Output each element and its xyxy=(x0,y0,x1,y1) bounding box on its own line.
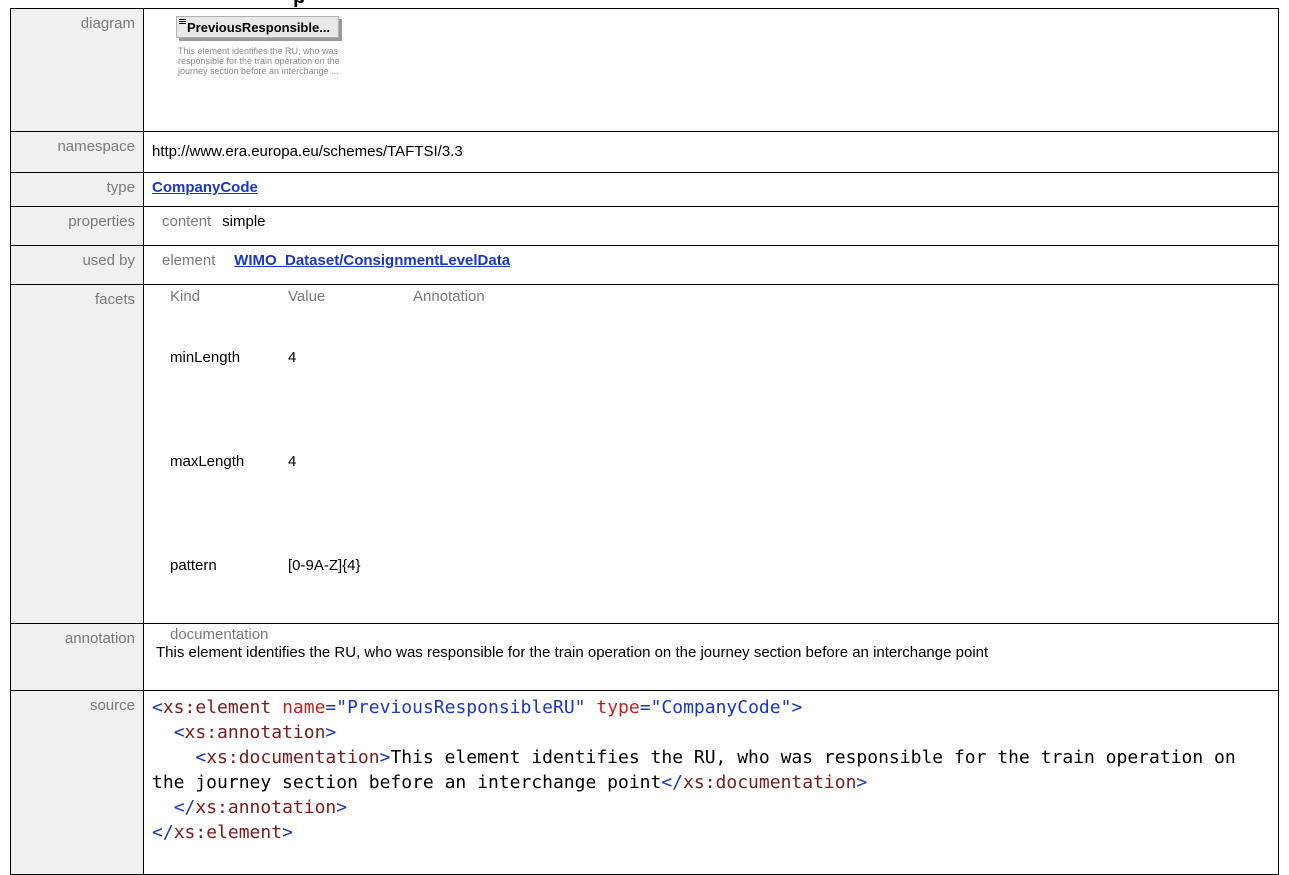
facet-annotation xyxy=(413,513,485,617)
facets-row: facets Kind Value Annotation minLength 4… xyxy=(10,284,1279,624)
properties-row: properties content simple xyxy=(10,206,1279,246)
properties-key: content xyxy=(162,213,212,230)
facet-annotation xyxy=(413,409,485,513)
diagram-description: This element identifies the RU, who was … xyxy=(178,46,340,76)
source-label: source xyxy=(10,690,144,875)
diagram-row: diagram PreviousResponsible... This elem… xyxy=(10,8,1279,132)
facet-value: 4 xyxy=(288,452,297,470)
element-documentation-table: diagram PreviousResponsible... This elem… xyxy=(10,8,1279,875)
facet-kind: minLength xyxy=(170,348,241,366)
diagram-cell: PreviousResponsible... This element iden… xyxy=(143,8,1279,132)
used-by-link[interactable]: WIMO_Dataset/ConsignmentLevelData xyxy=(234,252,510,269)
type-cell: CompanyCode xyxy=(143,172,1279,207)
properties-value: simple xyxy=(222,213,266,230)
source-attr-value: "CompanyCode" xyxy=(650,697,792,718)
facets-cell: Kind Value Annotation minLength 4 maxLen… xyxy=(143,284,1279,624)
annotation-cell: documentation This element identifies th… xyxy=(143,623,1279,691)
facets-table: Kind Value Annotation minLength 4 maxLen… xyxy=(170,287,485,617)
facet-annotation xyxy=(413,305,485,409)
facets-header-annotation: Annotation xyxy=(413,287,485,305)
namespace-value: http://www.era.europa.eu/schemes/TAFTSI/… xyxy=(143,131,1279,173)
source-annotation-close-tag: xs:annotation xyxy=(195,797,337,818)
annotation-text: This element identifies the RU, who was … xyxy=(156,644,989,661)
annotation-label: annotation xyxy=(10,623,144,691)
used-by-cell: element WIMO_Dataset/ConsignmentLevelDat… xyxy=(143,245,1279,285)
source-cell: <xs:element name="PreviousResponsibleRU"… xyxy=(143,690,1279,875)
facet-row: minLength 4 xyxy=(170,305,485,409)
facets-header-kind: Kind xyxy=(170,287,201,305)
type-link[interactable]: CompanyCode xyxy=(152,179,258,196)
facets-header-row: Kind Value Annotation xyxy=(170,287,485,305)
source-annotation-tag: xs:annotation xyxy=(184,722,326,743)
source-attr-name: name xyxy=(282,697,326,718)
properties-cell: content simple xyxy=(143,206,1279,246)
source-documentation-tag: xs:documentation xyxy=(206,747,380,768)
diagram-element-name: PreviousResponsible... xyxy=(187,20,331,35)
source-code: <xs:element name="PreviousResponsibleRU"… xyxy=(152,697,1247,843)
facet-kind: pattern xyxy=(170,556,217,574)
source-attr-value: "PreviousResponsibleRU" xyxy=(336,697,586,718)
facet-row: pattern [0-9A-Z]{4} xyxy=(170,513,485,617)
source-element-tag: xs:element xyxy=(162,697,272,718)
used-by-key: element xyxy=(162,252,216,269)
facet-kind: maxLength xyxy=(170,452,245,470)
page-heading: p xyxy=(0,0,1289,8)
element-diagram-box[interactable]: PreviousResponsible... xyxy=(176,16,340,38)
source-element-close-tag: xs:element xyxy=(173,822,283,843)
annotation-key: documentation xyxy=(170,626,269,643)
type-label: type xyxy=(10,172,144,207)
used-by-row: used by element WIMO_Dataset/Consignment… xyxy=(10,245,1279,285)
used-by-label: used by xyxy=(10,245,144,285)
facets-header-value: Value xyxy=(288,287,326,305)
page-heading-text: p xyxy=(293,0,305,8)
diagram-label: diagram xyxy=(10,8,144,132)
facets-label: facets xyxy=(10,284,144,624)
facet-value: 4 xyxy=(288,348,297,366)
annotation-row: annotation documentation This element id… xyxy=(10,623,1279,691)
element-content-icon xyxy=(179,19,186,26)
namespace-label: namespace xyxy=(10,131,144,173)
namespace-row: namespace http://www.era.europa.eu/schem… xyxy=(10,131,1279,173)
properties-label: properties xyxy=(10,206,144,246)
type-row: type CompanyCode xyxy=(10,172,1279,207)
facet-row: maxLength 4 xyxy=(170,409,485,513)
facet-value: [0-9A-Z]{4} xyxy=(288,556,361,574)
source-attr-name: type xyxy=(596,697,640,718)
source-documentation-close-tag: xs:documentation xyxy=(683,772,857,793)
source-row: source <xs:element name="PreviousRespons… xyxy=(10,690,1279,875)
